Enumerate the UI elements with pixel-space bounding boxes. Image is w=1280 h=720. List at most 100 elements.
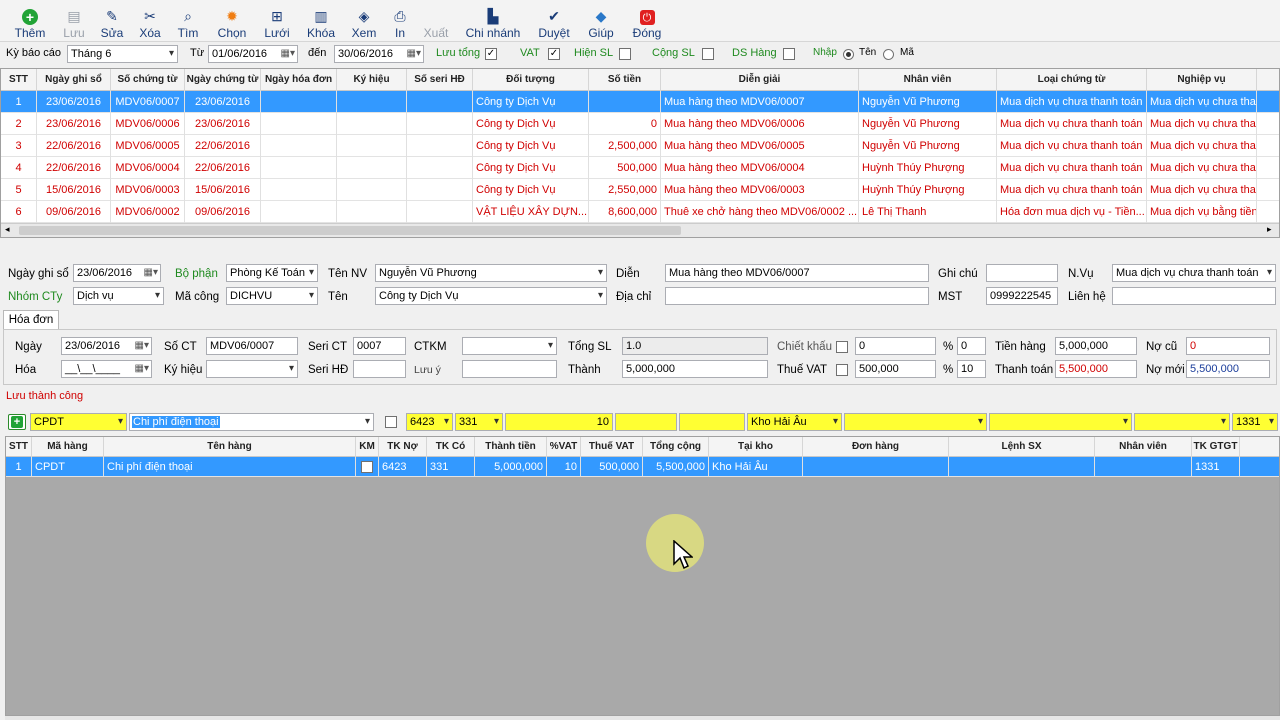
goods-amount-field[interactable]: 5,000,000 xyxy=(1055,337,1137,355)
vat-pct-input[interactable]: 10 xyxy=(957,360,986,378)
scroll-right-icon[interactable]: ▸ xyxy=(1267,224,1272,235)
scroll-left-icon[interactable]: ◂ xyxy=(5,224,10,235)
detail-col-header-total[interactable]: Tổng cộng xyxy=(643,437,709,457)
detail-col-header-credit[interactable]: TK Có xyxy=(427,437,475,457)
find-button[interactable]: ⌕ Tìm xyxy=(172,2,204,40)
sum-qty-checkbox[interactable] xyxy=(702,48,714,60)
company-name-select[interactable]: Công ty Dịch Vụ xyxy=(375,287,607,305)
detail-col-header-vat-pct[interactable]: %VAT xyxy=(547,437,581,457)
table-row[interactable]: 1 23/06/2016 MDV06/0007 23/06/2016 Công ty D… xyxy=(1,91,1279,113)
save-total-checkbox[interactable]: ✓ xyxy=(485,48,497,60)
item-code-select[interactable]: CPDT xyxy=(30,413,127,431)
address-input[interactable] xyxy=(665,287,929,305)
col-header-voucher-type[interactable]: Loại chứng từ xyxy=(997,69,1147,91)
tax-code-input[interactable]: 0999222545 xyxy=(986,287,1058,305)
select-button[interactable]: ✹ Chọn xyxy=(212,2,252,40)
show-qty-checkbox[interactable] xyxy=(619,48,631,60)
name-radio[interactable] xyxy=(843,49,854,60)
detail-col-header-employee[interactable]: Nhân viên xyxy=(1095,437,1192,457)
invoice-issue-date-picker[interactable]: __\__\____ xyxy=(61,360,152,378)
symbol-select[interactable] xyxy=(206,360,298,378)
invoice-date-picker[interactable]: 23/06/2016 xyxy=(61,337,152,355)
table-row[interactable]: 4 22/06/2016 MDV06/0004 22/06/2016 Công ty D… xyxy=(1,157,1279,179)
discount-pct-input[interactable]: 0 xyxy=(957,337,986,355)
item-name-select[interactable]: Chi phí điện thoại xyxy=(129,413,374,431)
promo-select[interactable] xyxy=(462,337,557,355)
tab-invoice[interactable]: Hóa đơn xyxy=(3,310,59,330)
delete-button[interactable]: ✂ Xóa xyxy=(134,2,166,40)
edit-button[interactable]: ✎ Sửa xyxy=(96,2,128,40)
detail-col-header-amount[interactable]: Thành tiền xyxy=(475,437,547,457)
debit-account-select[interactable]: 6423 xyxy=(406,413,453,431)
view-button[interactable]: ◈ Xem xyxy=(346,2,382,40)
dept-select[interactable]: Phòng Kế Toán xyxy=(226,264,318,282)
col-header-voucher-date[interactable]: Ngày chứng từ xyxy=(185,69,261,91)
voucher-seri-input[interactable]: 0007 xyxy=(353,337,406,355)
col-header-invoice-date[interactable]: Ngày hóa đơn xyxy=(261,69,337,91)
total-entry-input[interactable] xyxy=(679,413,745,431)
add-line-button[interactable]: + xyxy=(8,414,26,430)
new-debt-field[interactable]: 5,500,000 xyxy=(1186,360,1270,378)
gtgt-account-select[interactable]: 1331 xyxy=(1232,413,1278,431)
col-header-stt[interactable]: STT xyxy=(1,69,37,91)
save-button[interactable]: ▤ Lưu xyxy=(56,2,92,40)
detail-col-header-gtgt[interactable]: TK GTGT xyxy=(1192,437,1240,457)
promo-checkbox[interactable] xyxy=(361,461,373,473)
description-input[interactable]: Mua hàng theo MDV06/0007 xyxy=(665,264,929,282)
grid-button[interactable]: ⊞ Lưới xyxy=(258,2,296,40)
add-button[interactable]: + Thêm xyxy=(8,2,52,40)
col-header-employee[interactable]: Nhân viên xyxy=(859,69,997,91)
period-select[interactable]: Tháng 6 xyxy=(67,45,178,63)
employee-select[interactable]: Nguyễn Vũ Phương xyxy=(375,264,607,282)
col-header-amount[interactable]: Số tiền xyxy=(589,69,661,91)
vat-checkbox[interactable]: ✓ xyxy=(548,48,560,60)
item-list-checkbox[interactable] xyxy=(783,48,795,60)
lock-button[interactable]: ▥ Khóa xyxy=(302,2,340,40)
detail-col-header-promo[interactable]: KM xyxy=(356,437,379,457)
note-input[interactable] xyxy=(986,264,1058,282)
voucher-grid-scrollbar[interactable]: ◂ ▸ xyxy=(1,223,1279,237)
detail-row[interactable]: 1 CPDT Chi phí điện thoại 6423 331 5,000,000 1… xyxy=(6,457,1279,477)
col-header-voucher-no[interactable]: Số chứng từ xyxy=(111,69,185,91)
voucher-no-input[interactable]: MDV06/0007 xyxy=(206,337,298,355)
export-button[interactable]: Xuất xyxy=(418,2,454,40)
scroll-thumb[interactable] xyxy=(19,226,681,235)
memo-input[interactable] xyxy=(462,360,557,378)
help-button[interactable]: ◆ Giúp xyxy=(584,2,618,40)
detail-col-header-item-code[interactable]: Mã hàng xyxy=(32,437,104,457)
employee-line-select[interactable] xyxy=(1134,413,1230,431)
old-debt-field[interactable]: 0 xyxy=(1186,337,1270,355)
approve-button[interactable]: ✔ Duyệt xyxy=(534,2,574,40)
contact-input[interactable] xyxy=(1112,287,1276,305)
vat-amount-input[interactable]: 500,000 xyxy=(855,360,936,378)
invoice-seri-input[interactable] xyxy=(353,360,406,378)
detail-col-header-item-name[interactable]: Tên hàng xyxy=(104,437,356,457)
detail-col-header-stt[interactable]: STT xyxy=(6,437,32,457)
vat-amount-entry-input[interactable] xyxy=(615,413,677,431)
close-button[interactable]: ⏻ Đóng xyxy=(628,2,666,40)
detail-col-header-production-order[interactable]: Lệnh SX xyxy=(949,437,1095,457)
order-select[interactable] xyxy=(844,413,987,431)
code-radio[interactable] xyxy=(883,49,894,60)
warehouse-select[interactable]: Kho Hải Âu xyxy=(747,413,842,431)
detail-col-header-debit[interactable]: TK Nợ xyxy=(379,437,427,457)
company-group-select[interactable]: Dịch vụ xyxy=(73,287,164,305)
table-row[interactable]: 6 09/06/2016 MDV06/0002 09/06/2016 VẬT LIỆU … xyxy=(1,201,1279,223)
promo-item-checkbox[interactable] xyxy=(385,416,397,428)
production-order-select[interactable] xyxy=(989,413,1132,431)
table-row[interactable]: 2 23/06/2016 MDV06/0006 23/06/2016 Công ty D… xyxy=(1,113,1279,135)
discount-checkbox[interactable] xyxy=(836,341,848,353)
company-code-select[interactable]: DICHVU xyxy=(226,287,318,305)
payment-field[interactable]: 5,500,000 xyxy=(1055,360,1137,378)
credit-account-select[interactable]: 331 xyxy=(455,413,503,431)
vat-percent-input[interactable]: 10 xyxy=(505,413,613,431)
from-date-picker[interactable]: 01/06/2016 xyxy=(208,45,298,63)
post-date-picker[interactable]: 23/06/2016 xyxy=(73,264,161,282)
col-header-description[interactable]: Diễn giải xyxy=(661,69,859,91)
vat-amount-checkbox[interactable] xyxy=(836,364,848,376)
branch-button[interactable]: ▙ Chi nhánh xyxy=(462,2,524,40)
col-header-operation[interactable]: Nghiệp vụ xyxy=(1147,69,1257,91)
detail-col-header-order[interactable]: Đơn hàng xyxy=(803,437,949,457)
table-row[interactable]: 5 15/06/2016 MDV06/0003 15/06/2016 Công ty D… xyxy=(1,179,1279,201)
to-date-picker[interactable]: 30/06/2016 xyxy=(334,45,424,63)
